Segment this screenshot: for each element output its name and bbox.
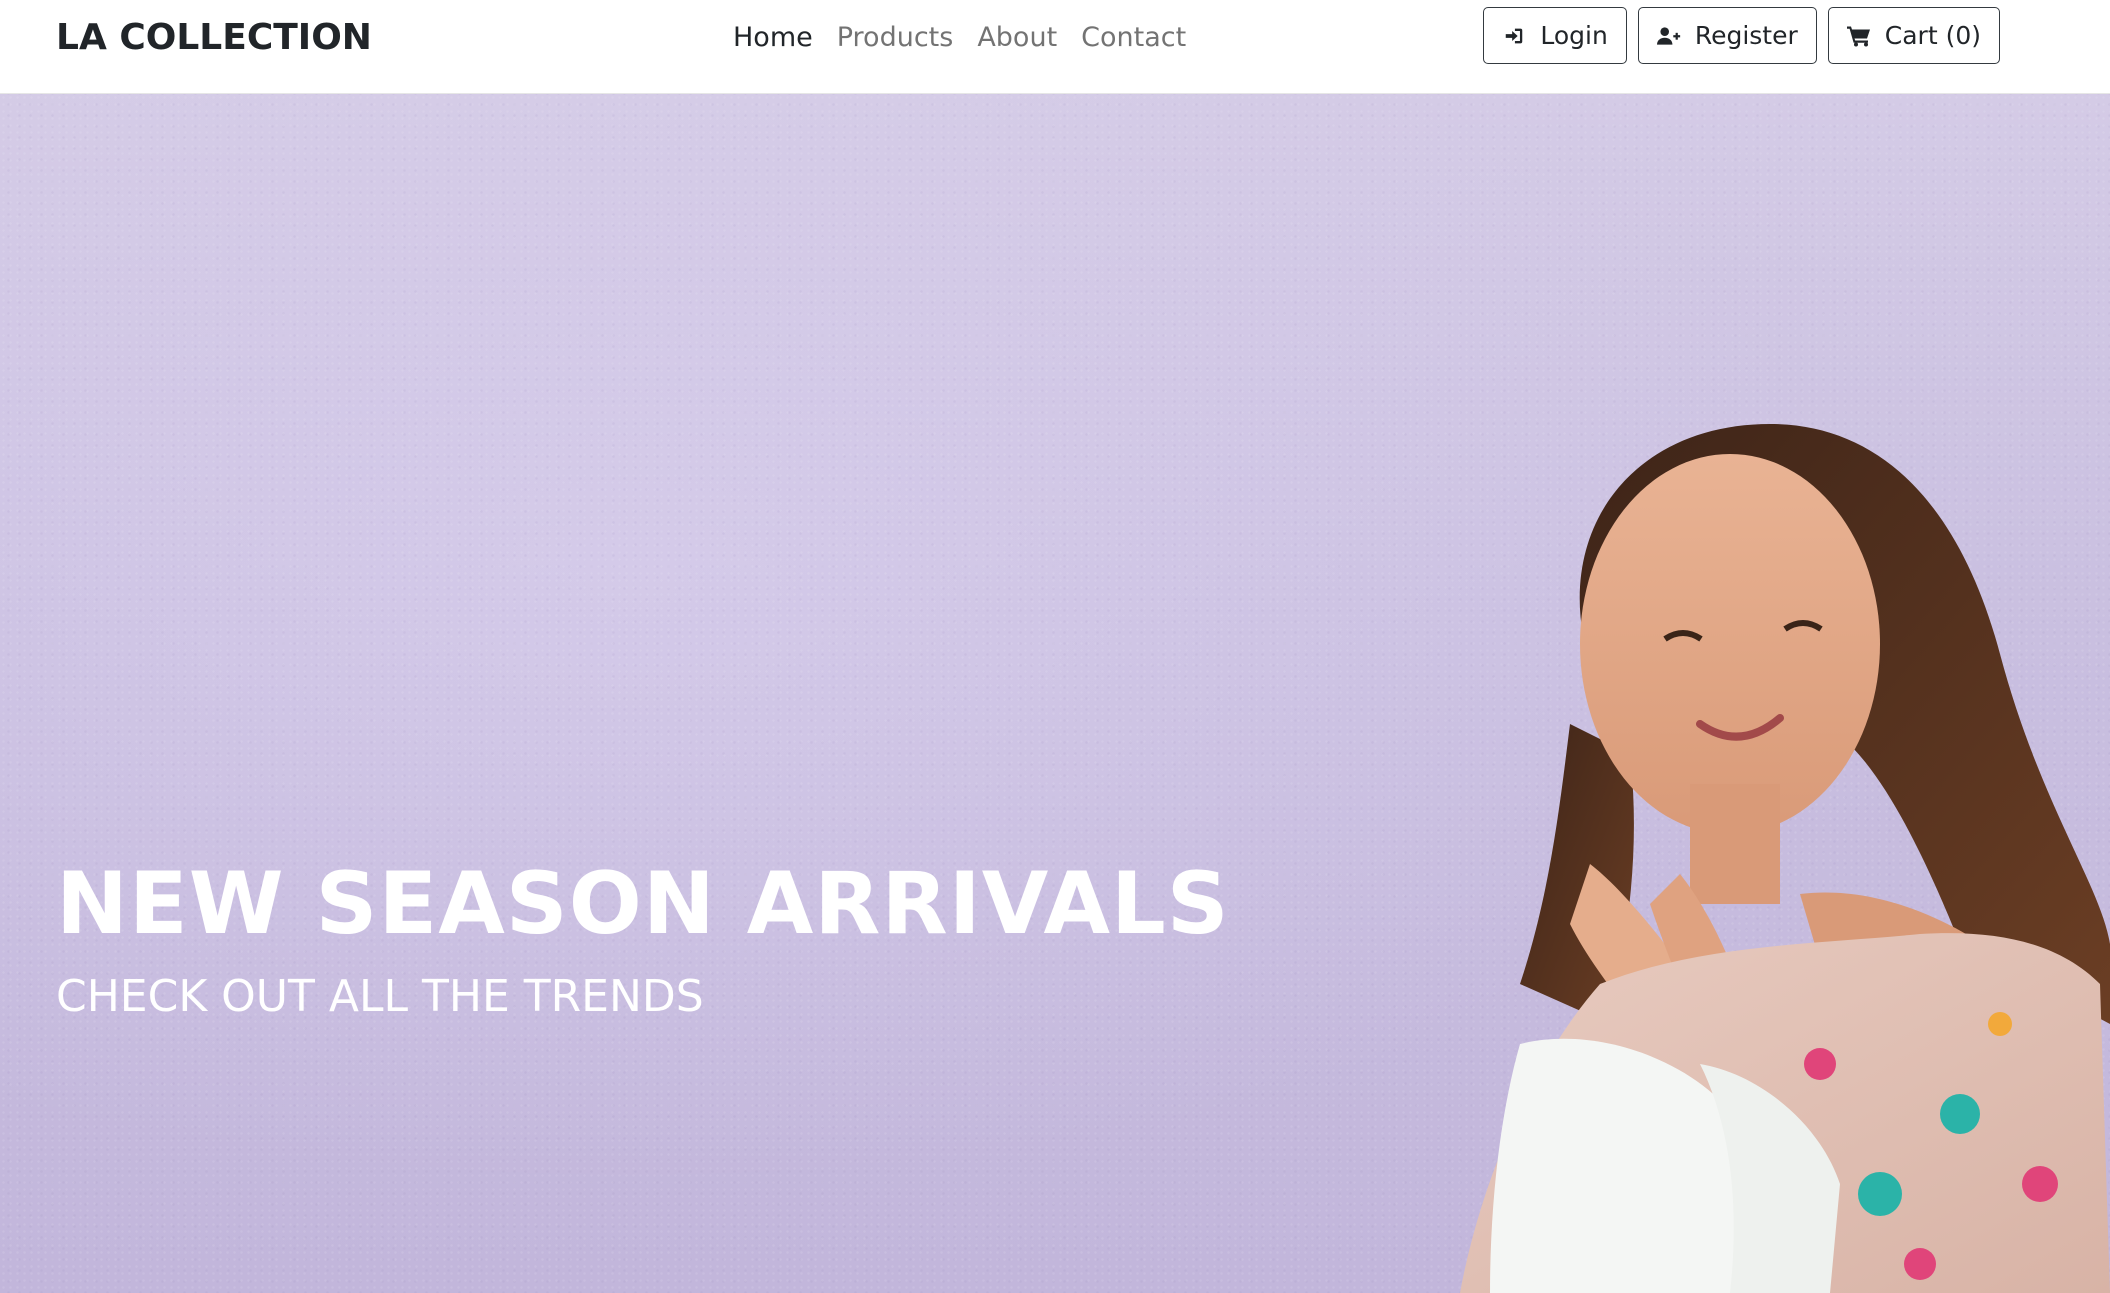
cart-button[interactable]: Cart (0) (1827, 7, 2000, 64)
nav-link-home[interactable]: Home (733, 18, 825, 58)
cart-icon (1846, 24, 1871, 48)
user-plus-icon (1656, 24, 1681, 48)
navbar: LA COLLECTION Home Products About Contac… (0, 0, 2110, 94)
cart-label: Cart (0) (1884, 21, 1981, 50)
nav-link-products[interactable]: Products (825, 18, 966, 58)
brand-logo[interactable]: LA COLLECTION (56, 16, 372, 60)
nav-links: Home Products About Contact (733, 18, 1198, 58)
hero-title: NEW SEASON ARRIVALS (56, 854, 1230, 954)
register-button[interactable]: Register (1637, 7, 1817, 64)
hero-model-image (1460, 424, 2110, 1293)
register-label: Register (1694, 21, 1798, 50)
account-actions: Login Register Cart (0) (1483, 7, 2000, 64)
login-label: Login (1540, 21, 1608, 50)
sign-in-icon (1502, 24, 1526, 48)
hero-banner: NEW SEASON ARRIVALS CHECK OUT ALL THE TR… (0, 94, 2110, 1293)
nav-link-contact[interactable]: Contact (1069, 18, 1198, 58)
login-button[interactable]: Login (1483, 7, 1627, 64)
hero-subtitle: CHECK OUT ALL THE TRENDS (56, 971, 704, 1022)
nav-link-about[interactable]: About (965, 18, 1069, 58)
